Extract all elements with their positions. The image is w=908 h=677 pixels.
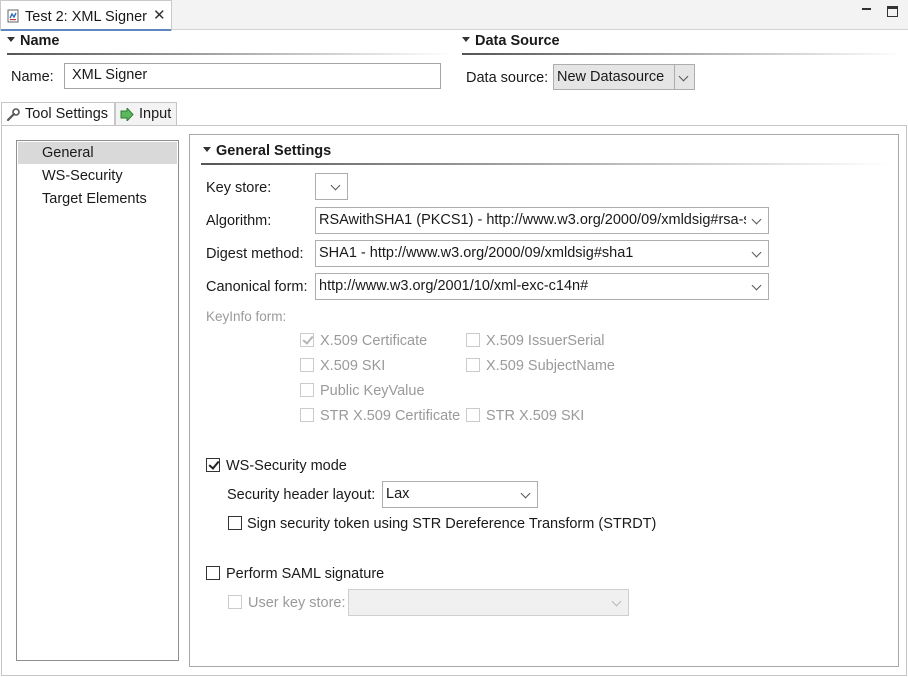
canonical-form-label: Canonical form: (206, 279, 308, 295)
keyinfo-x509-subjectname-checkbox[interactable] (466, 358, 480, 372)
digest-method-select-value: SHA1 - http://www.w3.org/2000/09/xmldsig… (319, 245, 634, 261)
security-header-layout-select[interactable]: Lax (382, 481, 538, 508)
digest-method-label: Digest method: (206, 246, 304, 262)
settings-nav-list: General WS-Security Target Elements (16, 140, 179, 661)
editor-tab[interactable]: Test 2: XML Signer ✕ (0, 0, 172, 31)
collapse-triangle-icon (462, 36, 470, 42)
tab-tool-settings-label: Tool Settings (25, 106, 109, 122)
algorithm-label: Algorithm: (206, 213, 272, 229)
general-settings-separator (201, 163, 891, 165)
collapse-triangle-icon (7, 36, 15, 42)
signer-document-icon (7, 9, 19, 23)
general-settings-header[interactable]: General Settings (203, 142, 331, 160)
data-source-select-value: New Datasource (557, 69, 665, 85)
general-settings-title: General Settings (216, 143, 332, 159)
active-tab-indicator (1, 29, 171, 31)
editor-tab-title: Test 2: XML Signer (25, 9, 147, 25)
data-source-section-separator (462, 53, 902, 55)
chevron-down-icon (748, 241, 768, 266)
keyinfo-x509-subjectname-label: X.509 SubjectName (486, 358, 615, 374)
name-input[interactable]: XML Signer (64, 63, 441, 89)
keyinfo-str-x509-ski-checkbox[interactable] (466, 408, 480, 422)
chevron-down-icon (674, 65, 694, 89)
keyinfo-x509-ski-label: X.509 SKI (320, 358, 386, 374)
keyinfo-str-x509-certificate-checkbox[interactable] (300, 408, 314, 422)
nav-item-ws-security[interactable]: WS-Security (18, 165, 177, 187)
ws-security-mode-checkbox[interactable] (206, 458, 220, 472)
tab-input[interactable]: Input (115, 102, 177, 126)
chevron-down-icon (517, 482, 537, 507)
nav-item-general[interactable]: General (18, 142, 177, 164)
keyinfo-x509-certificate-checkbox[interactable] (300, 333, 314, 347)
data-source-label: Data source: (466, 70, 549, 86)
canonical-form-select-value: http://www.w3.org/2001/10/xml-exc-c14n# (319, 278, 589, 294)
strdt-label: Sign security token using STR Dereferenc… (247, 516, 657, 532)
key-store-label: Key store: (206, 180, 272, 196)
chevron-down-icon (748, 208, 768, 233)
keyinfo-x509-issuerserial-label: X.509 IssuerSerial (486, 333, 605, 349)
name-section-header[interactable]: Name (7, 32, 60, 50)
keyinfo-str-x509-certificate-label: STR X.509 Certificate (320, 408, 461, 424)
digest-method-select[interactable]: SHA1 - http://www.w3.org/2000/09/xmldsig… (315, 240, 769, 267)
saml-signature-checkbox[interactable] (206, 566, 220, 580)
security-header-layout-label: Security header layout: (227, 487, 376, 503)
wrench-icon (6, 108, 20, 122)
user-key-store-checkbox[interactable] (228, 595, 242, 609)
maximize-icon[interactable] (887, 6, 898, 17)
chevron-down-icon (327, 174, 347, 199)
algorithm-select-value: RSAwithSHA1 (PKCS1) - http://www.w3.org/… (319, 212, 746, 228)
name-section-separator (7, 53, 452, 55)
input-arrow-icon (120, 108, 134, 121)
collapse-triangle-icon (203, 146, 211, 152)
name-label: Name: (11, 69, 54, 85)
saml-signature-label: Perform SAML signature (226, 566, 385, 582)
data-source-select[interactable]: New Datasource (553, 64, 695, 90)
keyinfo-str-x509-ski-label: STR X.509 SKI (486, 408, 585, 424)
tab-input-label: Input (139, 106, 172, 122)
data-source-section-title: Data Source (475, 33, 560, 49)
chevron-down-icon (608, 590, 628, 615)
tab-tool-settings[interactable]: Tool Settings (1, 102, 115, 126)
algorithm-select[interactable]: RSAwithSHA1 (PKCS1) - http://www.w3.org/… (315, 207, 769, 234)
data-source-section-header[interactable]: Data Source (462, 32, 560, 50)
keyinfo-x509-certificate-label: X.509 Certificate (320, 333, 428, 349)
security-header-layout-value: Lax (386, 486, 410, 502)
chevron-down-icon (748, 274, 768, 299)
close-icon[interactable]: ✕ (153, 7, 166, 25)
user-key-store-label: User key store: (248, 595, 346, 611)
keyinfo-public-keyvalue-checkbox[interactable] (300, 383, 314, 397)
canonical-form-select[interactable]: http://www.w3.org/2001/10/xml-exc-c14n# (315, 273, 769, 300)
keyinfo-form-label: KeyInfo form: (206, 309, 287, 324)
strdt-checkbox[interactable] (228, 516, 242, 530)
keyinfo-x509-ski-checkbox[interactable] (300, 358, 314, 372)
keyinfo-public-keyvalue-label: Public KeyValue (320, 383, 425, 399)
user-key-store-select[interactable] (348, 589, 629, 616)
nav-item-target-elements[interactable]: Target Elements (18, 188, 177, 210)
key-store-select[interactable] (315, 173, 348, 200)
ws-security-mode-label: WS-Security mode (226, 458, 347, 474)
keyinfo-x509-issuerserial-checkbox[interactable] (466, 333, 480, 347)
name-section-title: Name (20, 33, 60, 49)
minimize-icon[interactable] (861, 6, 873, 18)
